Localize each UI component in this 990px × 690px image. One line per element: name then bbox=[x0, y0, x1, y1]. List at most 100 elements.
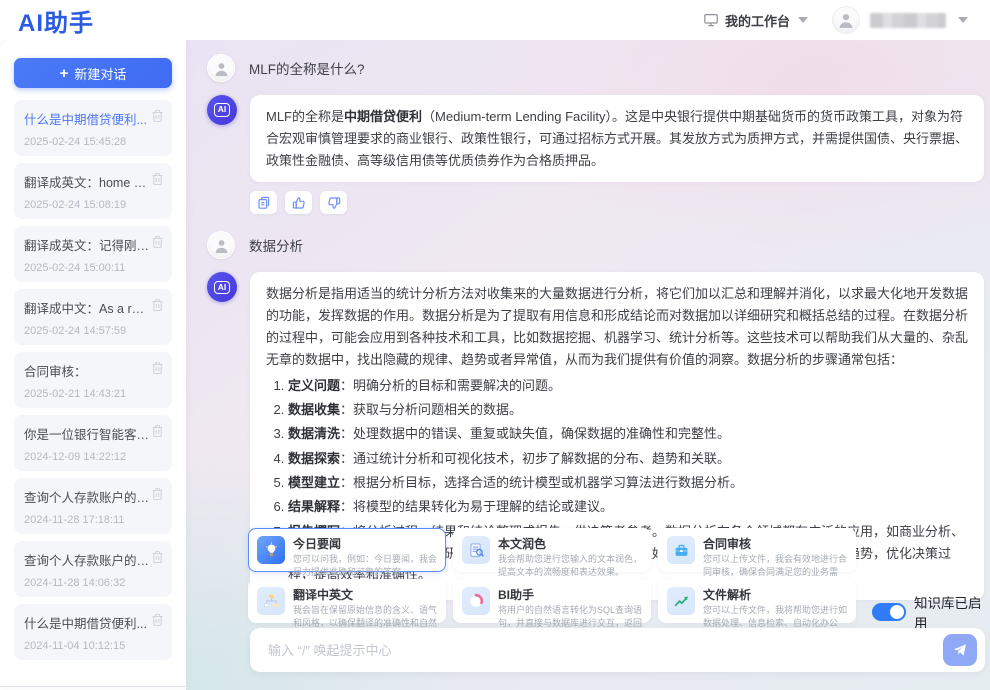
conversation-title: 翻译成中文：As a reader... bbox=[24, 298, 150, 317]
trash-icon[interactable] bbox=[151, 361, 164, 375]
conversation-list: 什么是中期借贷便利... 2025-02-24 15:45:28 翻译成英文：h… bbox=[14, 100, 172, 660]
trash-icon[interactable] bbox=[151, 487, 164, 501]
chevron-down-icon[interactable] bbox=[958, 17, 968, 23]
conversation-date: 2025-02-24 15:45:28 bbox=[24, 136, 162, 148]
monitor-icon bbox=[703, 12, 719, 28]
card-title: 文件解析 bbox=[703, 588, 847, 602]
trash-icon[interactable] bbox=[151, 298, 164, 312]
card-desc: 您可以上传文件，我将帮助您进行如数据处理、信息检索、自动化办公等。 bbox=[703, 604, 847, 630]
card-desc: 我会帮助您进行您输入的文本润色，提高文本的流畅度和表达效果。 bbox=[498, 553, 642, 579]
ai-avatar-label: AI bbox=[214, 103, 231, 116]
send-button[interactable] bbox=[943, 634, 977, 666]
user-message-text: MLF的全称是什么? bbox=[249, 58, 365, 78]
step-title: 定义问题 bbox=[288, 378, 340, 393]
conversation-title: 查询个人存款账户的最新... bbox=[24, 487, 150, 506]
list-item[interactable]: 翻译成英文：记得刚开始... 2025-02-24 15:00:11 bbox=[14, 226, 172, 282]
conversation-title: 翻译成英文：home home bbox=[24, 172, 150, 191]
step-desc: ：处理数据中的错误、重复或缺失值，确保数据的准确性和完整性。 bbox=[340, 426, 730, 441]
step-desc: ：通过统计分析和可视化技术，初步了解数据的分布、趋势和关联。 bbox=[340, 451, 730, 466]
ai-message-bubble: MLF的全称是中期借贷便利（Medium-term Lending Facili… bbox=[250, 95, 984, 182]
top-header: AI助手 我的工作台 bbox=[0, 0, 990, 40]
thumbs-down-button[interactable] bbox=[320, 191, 347, 214]
avatar[interactable] bbox=[832, 6, 860, 34]
lightbulb-icon bbox=[257, 536, 285, 564]
user-avatar bbox=[207, 231, 235, 259]
app-logo: AI助手 bbox=[18, 3, 94, 38]
list-item[interactable]: 你是一位银行智能客服，... 2024-12-09 14:22:12 bbox=[14, 415, 172, 471]
conversation-date: 2025-02-24 15:00:11 bbox=[24, 262, 162, 274]
prompt-input[interactable] bbox=[268, 643, 943, 658]
card-desc: 您可以问我，例如：今日要闻，我会尽力提供准确和可靠的答案。 bbox=[293, 553, 437, 579]
trash-icon[interactable] bbox=[151, 613, 164, 627]
step-desc: ：根据分析目标，选择合适的统计模型或机器学习算法进行数据分析。 bbox=[340, 475, 743, 490]
new-chat-button[interactable]: + 新建对话 bbox=[14, 58, 172, 88]
ai-avatar-label: AI bbox=[214, 281, 231, 294]
workspace-menu[interactable]: 我的工作台 bbox=[703, 11, 808, 30]
user-message: 数据分析 bbox=[207, 231, 990, 259]
card-bi-assistant[interactable]: BI助手 将用户的自然语言转化为SQL查询语句，并直接与数据库进行交互，返回智能… bbox=[453, 579, 651, 623]
conversation-date: 2024-11-28 17:18:11 bbox=[24, 514, 162, 526]
donut-chart-icon bbox=[462, 587, 490, 615]
new-chat-label: 新建对话 bbox=[74, 64, 126, 83]
document-polish-icon bbox=[462, 536, 490, 564]
feature-cards: 今日要闻 您可以问我，例如：今日要闻，我会尽力提供准确和可靠的答案。 本文润色 … bbox=[248, 528, 856, 623]
step-title: 数据探索 bbox=[288, 451, 340, 466]
conversation-title: 什么是中期借贷便利... bbox=[24, 613, 150, 632]
conversation-date: 2025-02-24 15:08:19 bbox=[24, 199, 162, 211]
trash-icon[interactable] bbox=[151, 109, 164, 123]
conversation-title: 合同审核： bbox=[24, 361, 150, 380]
conversation-date: 2024-11-28 14:06:32 bbox=[24, 577, 162, 589]
step-item: 数据清洗：处理数据中的错误、重复或缺失值，确保数据的准确性和完整性。 bbox=[288, 423, 968, 445]
knowledge-base-label: 知识库已启用 bbox=[914, 592, 990, 632]
app-root: AI助手 我的工作台 + 新建对话 bbox=[0, 0, 990, 690]
step-item: 模型建立：根据分析目标，选择合适的统计模型或机器学习算法进行数据分析。 bbox=[288, 472, 968, 494]
knowledge-base-toggle[interactable] bbox=[872, 603, 906, 621]
trash-icon[interactable] bbox=[151, 550, 164, 564]
knowledge-base-control: 知识库已启用 bbox=[872, 592, 990, 632]
conversation-title: 你是一位银行智能客服，... bbox=[24, 424, 150, 443]
conversation-title: 查询个人存款账户的最新... bbox=[24, 550, 150, 569]
step-title: 数据收集 bbox=[288, 402, 340, 417]
ai-text-bold: 中期借贷便利 bbox=[344, 109, 422, 124]
list-item[interactable]: 什么是中期借贷便利... 2025-02-24 15:45:28 bbox=[14, 100, 172, 156]
card-title: 合同审核 bbox=[703, 537, 847, 551]
card-file-parse[interactable]: 文件解析 您可以上传文件，我将帮助您进行如数据处理、信息检索、自动化办公等。 bbox=[658, 579, 856, 623]
trash-icon[interactable] bbox=[151, 235, 164, 249]
list-item[interactable]: 翻译成中文：As a reader... 2025-02-24 14:57:59 bbox=[14, 289, 172, 345]
copy-button[interactable] bbox=[250, 191, 277, 214]
step-item: 结果解释：将模型的结果转化为易于理解的结论或建议。 bbox=[288, 496, 968, 518]
card-daily-news[interactable]: 今日要闻 您可以问我，例如：今日要闻，我会尽力提供准确和可靠的答案。 bbox=[248, 528, 446, 572]
toggle-knob bbox=[890, 605, 904, 619]
briefcase-icon bbox=[667, 536, 695, 564]
card-translate[interactable]: 翻译中英文 我会旨在保留原始信息的含义、语气和风格，以确保翻译的准确性和自然流畅… bbox=[248, 579, 446, 623]
card-title: 翻译中英文 bbox=[293, 588, 437, 602]
conversation-title: 什么是中期借贷便利... bbox=[24, 109, 150, 128]
list-item[interactable]: 翻译成英文：home home 2025-02-24 15:08:19 bbox=[14, 163, 172, 219]
plus-icon: + bbox=[60, 65, 69, 82]
step-desc: ：获取与分析问题相关的数据。 bbox=[340, 402, 522, 417]
card-text-polish[interactable]: 本文润色 我会帮助您进行您输入的文本润色，提高文本的流畅度和表达效果。 bbox=[453, 528, 651, 572]
card-contract-review[interactable]: 合同审核 您可以上传文件，我会有效地进行合同审核，确保合同满足您的业务需求。 bbox=[658, 528, 856, 572]
card-desc: 我会旨在保留原始信息的含义、语气和风格，以确保翻译的准确性和自然流畅。 bbox=[293, 604, 437, 630]
card-desc: 您可以上传文件，我会有效地进行合同审核，确保合同满足您的业务需求。 bbox=[703, 553, 847, 579]
list-item[interactable]: 合同审核： 2025-02-21 14:43:21 bbox=[14, 352, 172, 408]
card-title: BI助手 bbox=[498, 588, 642, 602]
chevron-down-icon bbox=[798, 17, 808, 23]
message-actions bbox=[250, 191, 990, 214]
prompt-composer bbox=[250, 628, 985, 672]
list-item[interactable]: 什么是中期借贷便利... 2024-11-04 10:12:15 bbox=[14, 604, 172, 660]
conversation-date: 2025-02-24 14:57:59 bbox=[24, 325, 162, 337]
step-title: 结果解释 bbox=[288, 499, 340, 514]
ai-message: AI MLF的全称是中期借贷便利（Medium-term Lending Fac… bbox=[207, 95, 984, 182]
step-item: 数据探索：通过统计分析和可视化技术，初步了解数据的分布、趋势和关联。 bbox=[288, 448, 968, 470]
ai-text: 数据分析是指用适当的统计分析方法对收集来的大量数据进行分析，将它们加以汇总和理解… bbox=[266, 286, 968, 366]
list-item[interactable]: 查询个人存款账户的最新... 2024-11-28 14:06:32 bbox=[14, 541, 172, 597]
thumbs-up-button[interactable] bbox=[285, 191, 312, 214]
step-item: 定义问题：明确分析的目标和需要解决的问题。 bbox=[288, 375, 968, 397]
user-avatar bbox=[207, 54, 235, 82]
trash-icon[interactable] bbox=[151, 172, 164, 186]
translate-icon bbox=[257, 587, 285, 615]
list-item[interactable]: 查询个人存款账户的最新... 2024-11-28 17:18:11 bbox=[14, 478, 172, 534]
trash-icon[interactable] bbox=[151, 424, 164, 438]
trend-chart-icon bbox=[667, 587, 695, 615]
